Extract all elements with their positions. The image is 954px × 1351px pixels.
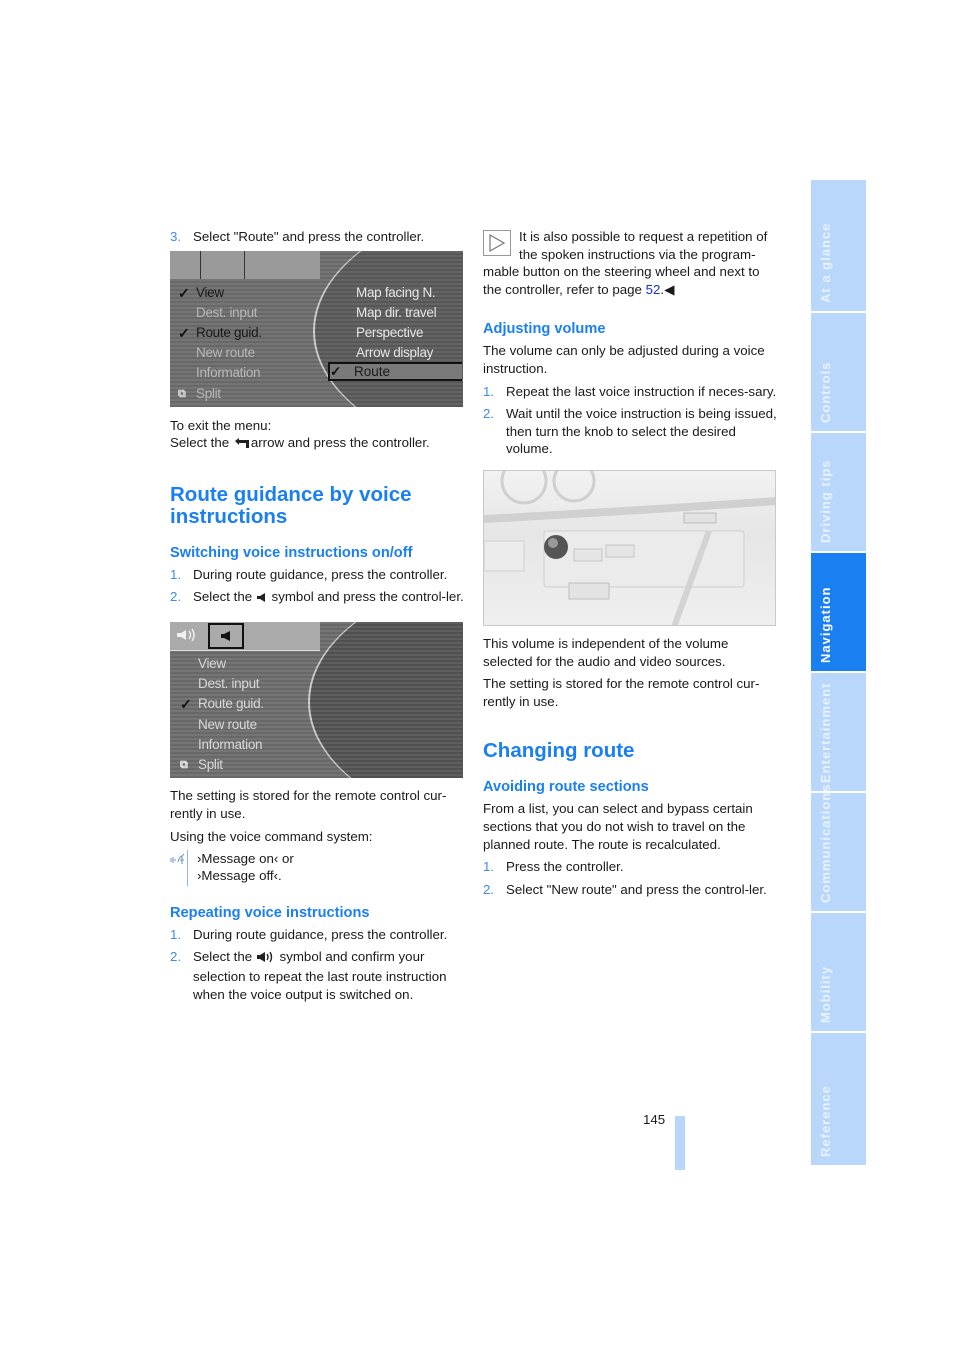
split-icon: ⧉: [180, 758, 188, 771]
page-number: 145: [643, 1112, 666, 1127]
exit-menu-line2: Select the arrow and press the controlle…: [170, 434, 465, 454]
speaker-mute-icon: [256, 590, 268, 608]
page-marker-bar: [675, 1116, 685, 1170]
menu-item: ⧉ Split: [180, 755, 264, 775]
menu-item: View: [198, 655, 226, 671]
step-number: 3.: [170, 229, 182, 244]
section-title: Changing route: [483, 739, 635, 763]
step: 1. Repeat the last voice instruction if …: [483, 383, 777, 399]
screen-topbar: [170, 250, 320, 279]
voice-command-intro: Using the voice command system:: [170, 829, 373, 845]
submenu-item: Map facing N.: [356, 284, 436, 300]
tab-reference[interactable]: Reference: [811, 1033, 866, 1165]
menu-item: Dest. input: [198, 676, 260, 692]
menu-screenshot-route: ✓ View Dest. input ✓ Route guid. New route…: [170, 250, 463, 407]
submenu-item: Arrow display: [356, 345, 434, 361]
subsection-title: Repeating voice instructions: [170, 904, 370, 921]
main-menu: View Dest. input ✓ Route guid. New route …: [180, 654, 264, 775]
menu-screenshot-voice: View Dest. input ✓ Route guid. New route …: [170, 621, 463, 778]
menu-item: ✓ Route guid.: [180, 694, 264, 714]
check-icon: ✓: [178, 284, 190, 301]
dashboard-photo: [483, 469, 776, 626]
menu-item: ✓ Route guid.: [178, 323, 262, 343]
paragraph: This volume is independent of the volume…: [483, 635, 729, 669]
right-column: It is also possible to request a repetit…: [483, 228, 778, 903]
setting-stored-text: The setting is stored for the remote con…: [170, 787, 447, 821]
tab-navigation[interactable]: Navigation: [811, 553, 866, 671]
section-title: Route guidance by voice instructions: [170, 482, 412, 528]
check-icon: ✓: [330, 363, 342, 379]
tab-communications[interactable]: Communications: [811, 784, 866, 911]
step-select-route: 3. Select "Route" and press the controll…: [170, 228, 465, 246]
step: 2. Wait until the voice instruction is b…: [483, 406, 777, 457]
check-icon: ✓: [180, 696, 192, 713]
menu-item: ⧉ Split: [178, 384, 262, 404]
tab-driving-tips[interactable]: Driving tips: [811, 433, 866, 551]
submenu: Map facing N. Map dir. travel Perspectiv…: [356, 283, 437, 364]
menu-item: New route: [198, 716, 257, 732]
menu-item: Dest. input: [196, 304, 258, 320]
menu-item: Information: [198, 736, 263, 752]
note-icon: [483, 230, 511, 256]
left-column: 3. Select "Route" and press the controll…: [170, 228, 465, 1008]
menu-item: Information: [196, 365, 261, 381]
subsection-title: Adjusting volume: [483, 321, 606, 338]
speaker-mute-button: [208, 622, 244, 649]
voice-command-icon: [170, 852, 186, 871]
step: 2. Select the symbol and press the contr…: [170, 588, 465, 608]
step: 1. Press the controller.: [483, 859, 624, 875]
submenu-item: Map dir. travel: [356, 304, 437, 320]
submenu-item-selected: ✓ Route: [328, 361, 462, 381]
voice-command: ›Message off‹.: [197, 868, 282, 884]
voice-command-block: ›Message on‹ or ›Message off‹.: [170, 849, 465, 886]
paragraph: The volume can only be adjusted during a…: [483, 343, 765, 376]
chapter-tabs: At a glance Controls Driving tips Naviga…: [811, 180, 866, 1167]
submenu-item: Perspective: [356, 324, 424, 340]
step-text: Select "Route" and press the controller.: [193, 229, 425, 244]
step: 2. Select the symbol and confirm your se…: [170, 949, 447, 1002]
main-menu: ✓ View Dest. input ✓ Route guid. New route…: [178, 283, 262, 404]
tab-at-a-glance[interactable]: At a glance: [811, 180, 866, 311]
speaker-mute-icon: [201, 250, 245, 279]
screen-topbar: [170, 621, 320, 651]
menu-item: ✓ View: [178, 283, 262, 303]
note-paragraph: It is also possible to request a repetit…: [483, 229, 768, 297]
step: 1. During route guidance, press the cont…: [170, 566, 448, 582]
menu-item: New route: [196, 345, 255, 361]
subsection-title: Avoiding route sections: [483, 779, 649, 796]
back-arrow-icon: [233, 436, 251, 454]
tab-entertainment[interactable]: Entertainment: [811, 673, 866, 791]
subsection-title: Switching voice instructions on/off: [170, 544, 413, 561]
paragraph: The setting is stored for the remote con…: [483, 676, 760, 709]
step: 2. Select "New route" and press the cont…: [483, 881, 767, 897]
tab-controls[interactable]: Controls: [811, 313, 866, 431]
paragraph: From a list, you can select and bypass c…: [483, 801, 753, 852]
end-mark: .◀: [660, 281, 675, 297]
split-icon: ⧉: [178, 387, 186, 400]
divider: [187, 849, 188, 886]
speaker-on-icon: [256, 950, 276, 968]
step: 1. During route guidance, press the cont…: [170, 926, 448, 942]
speaker-on-icon: [176, 628, 200, 647]
voice-command: ›Message on‹ or: [197, 850, 294, 866]
tab-mobility[interactable]: Mobility: [811, 913, 866, 1031]
page-link[interactable]: 52: [646, 282, 661, 297]
speaker-on-icon: [170, 250, 201, 279]
check-icon: ✓: [178, 324, 190, 341]
dashboard-illustration: [484, 470, 775, 625]
exit-menu-line1: To exit the menu:: [170, 417, 272, 433]
